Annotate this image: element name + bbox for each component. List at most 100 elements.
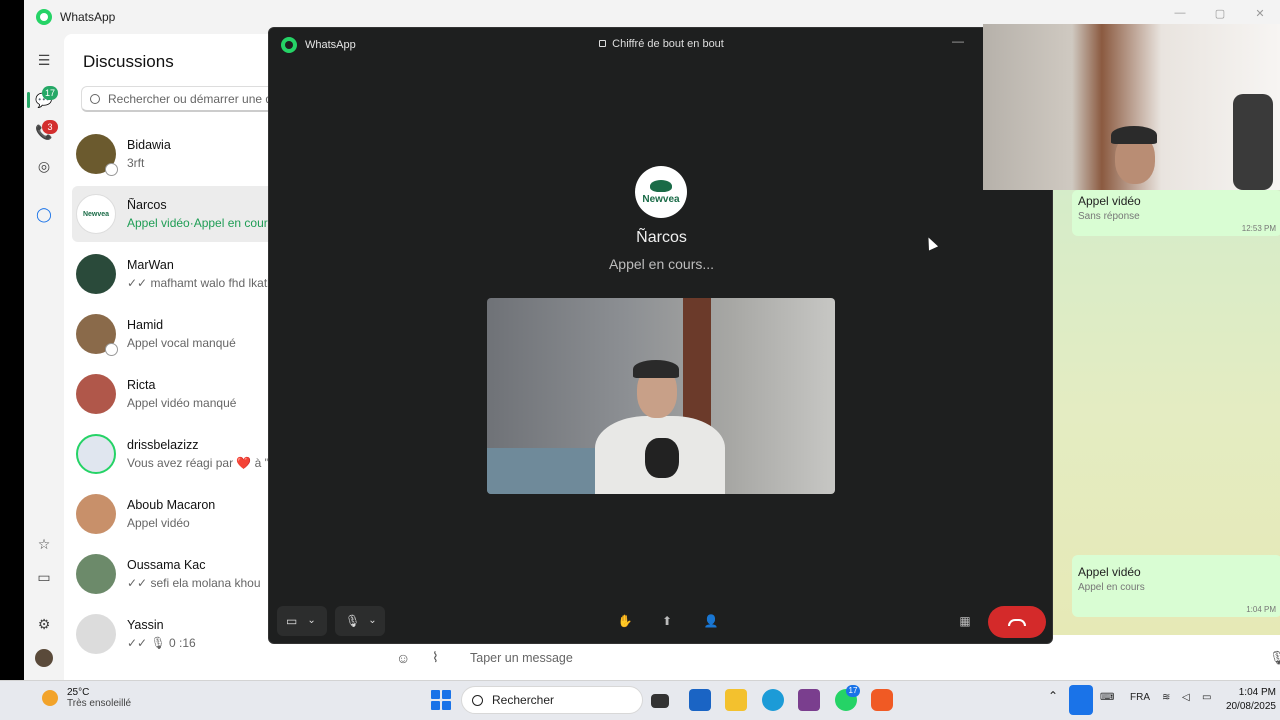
chat-preview: ✓✓ 🎙 0 :16 — [127, 636, 196, 650]
avatar — [76, 374, 116, 414]
brave-icon[interactable] — [871, 689, 893, 711]
wifi-icon[interactable]: ≋ — [1162, 692, 1170, 703]
chat-name: MarWan — [127, 258, 174, 272]
calls-badge: 3 — [42, 120, 58, 134]
clock-time: 1:04 PM — [1238, 687, 1276, 698]
chat-name: Ñarcos — [127, 198, 167, 212]
avatar — [76, 434, 116, 474]
layout-icon[interactable]: ▦ — [955, 611, 975, 631]
attach-icon[interactable]: ⌇ — [432, 649, 439, 666]
video-mic-stand — [1233, 94, 1273, 190]
video-preview — [487, 298, 835, 494]
minimize-icon[interactable]: — — [1160, 0, 1200, 26]
call-status: Appel en cours... — [608, 256, 715, 272]
whatsapp-logo-icon — [36, 9, 52, 25]
file-explorer-icon[interactable] — [725, 689, 747, 711]
microphone-tray-icon[interactable] — [1069, 685, 1093, 715]
share-screen-icon[interactable]: ⬆ — [657, 611, 677, 631]
weather-condition: Très ensoleillé — [67, 698, 132, 709]
avatar — [76, 494, 116, 534]
close-icon[interactable]: ✕ — [1240, 0, 1280, 26]
chevron-down-icon[interactable]: ⌄ — [307, 615, 315, 626]
status-icon[interactable]: ◎ — [34, 156, 54, 176]
volume-icon[interactable]: ◁ — [1182, 692, 1190, 703]
outlook-icon[interactable] — [689, 689, 711, 711]
chat-preview: Vous avez réagi par ❤️ à " — [127, 456, 269, 470]
bubble-sub: Sans réponse — [1078, 211, 1140, 222]
chat-preview: ✓✓ mafhamt walo fhd lkatba — [127, 276, 281, 290]
hang-up-icon — [1008, 618, 1026, 626]
microphone-toggle-button[interactable]: 🎙 ⌄ — [335, 605, 385, 636]
message-bubble: Appel vidéo Sans réponse 12:53 PM — [1072, 190, 1280, 236]
call-minimize-icon[interactable]: — — [952, 34, 964, 48]
chat-preview: Appel vidéo·Appel en cours — [127, 216, 274, 230]
lock-icon — [599, 40, 607, 47]
starred-icon[interactable]: ☆ — [34, 534, 54, 554]
chevron-up-icon[interactable]: ⌃ — [1048, 689, 1058, 703]
task-view-icon[interactable] — [651, 694, 669, 708]
clock[interactable]: 1:04 PM 20/08/2025 — [1224, 686, 1280, 714]
profile-avatar[interactable] — [34, 648, 54, 668]
archive-icon[interactable]: ▭ — [34, 567, 54, 587]
emoji-icon[interactable]: ☺ — [396, 650, 410, 666]
taskbar-search-label: Rechercher — [492, 693, 555, 707]
chat-name: Yassin — [127, 618, 164, 632]
meta-ai-icon[interactable]: ◯ — [34, 204, 54, 224]
chat-preview: 3rft — [127, 156, 145, 170]
weather-temp: 25°C — [67, 687, 90, 698]
chat-list-title: Discussions — [83, 52, 174, 71]
bubble-sub: Appel en cours — [1078, 582, 1145, 593]
edge-icon[interactable] — [762, 689, 784, 711]
battery-icon[interactable]: ▭ — [1202, 692, 1211, 703]
chat-name: Aboub Macaron — [127, 498, 216, 512]
microphone-icon[interactable]: 🎙 — [1269, 650, 1280, 666]
call-controls: ▭ ⌄ 🎙 ⌄ ✋ ⬆ 👤 ▦ — [269, 596, 1052, 643]
status-ring-icon — [105, 343, 118, 356]
video-shirt-print — [645, 438, 679, 478]
video-person-cap — [1111, 126, 1157, 144]
status-ring-icon — [105, 163, 118, 176]
avatar — [76, 254, 116, 294]
call-window: WhatsApp Chiffré de bout en bout — Newve… — [268, 27, 1053, 644]
chat-preview: Appel vidéo — [127, 516, 190, 530]
bubble-time: 12:53 PM — [1241, 224, 1276, 233]
camera-toggle-button[interactable]: ▭ ⌄ — [277, 605, 327, 636]
whatsapp-taskbar-badge: 17 — [846, 685, 860, 697]
app-title: WhatsApp — [60, 10, 116, 24]
keyboard-icon[interactable]: ⌨ — [1100, 692, 1114, 703]
chat-name: Ricta — [127, 378, 156, 392]
end-call-button[interactable] — [988, 606, 1046, 638]
avatar — [76, 134, 118, 176]
encryption-text: Chiffré de bout en bout — [612, 38, 724, 50]
weather-widget[interactable]: 25°C Très ensoleillé — [42, 687, 131, 709]
video-camera-icon: ▭ — [286, 613, 298, 628]
message-input[interactable]: Taper un message — [470, 651, 573, 665]
raise-hand-icon[interactable]: ✋ — [615, 611, 635, 631]
chat-name: drissbelazizz — [127, 438, 199, 452]
chat-preview: ✓✓ sefi ela molana khou — [127, 576, 261, 590]
settings-icon[interactable]: ⚙ — [34, 614, 54, 634]
chat-preview: Appel vocal manqué — [127, 336, 236, 350]
window-controls: — ▢ ✕ — [1160, 0, 1280, 26]
language-indicator[interactable]: FRA — [1130, 692, 1150, 703]
active-indicator — [27, 92, 30, 108]
bubble-time: 1:04 PM — [1246, 605, 1276, 614]
self-view-video[interactable] — [983, 24, 1280, 190]
callee-avatar: Newvea — [635, 166, 687, 218]
chats-badge: 17 — [42, 86, 59, 100]
chat-name: Hamid — [127, 318, 164, 332]
add-participant-icon[interactable]: 👤 — [701, 611, 721, 631]
chat-preview: Appel vidéo manqué — [127, 396, 237, 410]
chat-name: Oussama Kac — [127, 558, 206, 572]
start-button[interactable] — [431, 690, 451, 710]
menu-icon[interactable]: ☰ — [34, 50, 54, 70]
conversation-area: Appel vidéo Sans réponse 12:53 PM Appel … — [1052, 190, 1280, 635]
avatar: Newvea — [76, 194, 116, 234]
chevron-down-icon[interactable]: ⌄ — [368, 615, 376, 626]
maximize-icon[interactable]: ▢ — [1200, 0, 1240, 26]
avatar — [76, 554, 116, 594]
taskbar-search[interactable]: Rechercher — [461, 686, 643, 714]
app-icon[interactable] — [798, 689, 820, 711]
avatar-logo-text: Newvea — [82, 210, 110, 218]
avatar — [76, 314, 118, 356]
